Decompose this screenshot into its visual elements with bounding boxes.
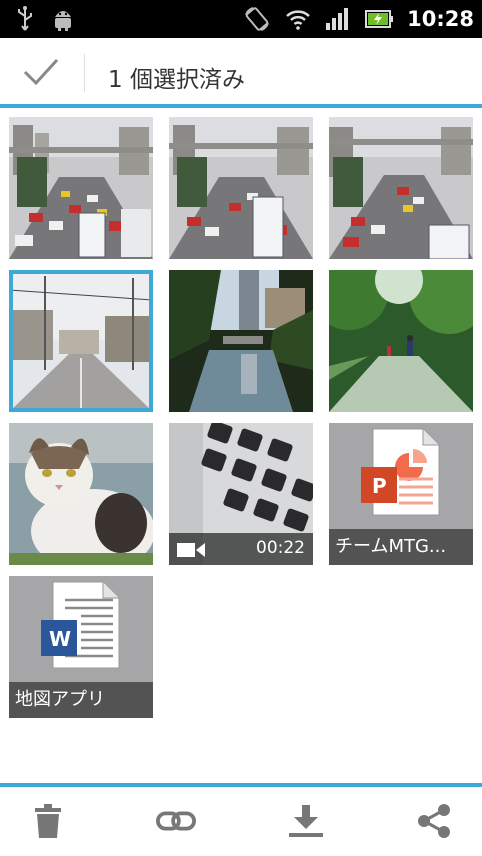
photo-thumbnail-street-selected[interactable] [9,270,153,412]
document-caption: チームMTG... [329,529,473,565]
document-thumbnail-powerpoint[interactable]: P チームMTG... [329,423,473,565]
clock: 10:28 [407,7,474,31]
photo-thumbnail-canal[interactable] [169,270,313,412]
share-icon [418,804,450,838]
photo-thumbnail-cat[interactable] [9,423,153,565]
media-grid: 00:22 P チームMTG... W 地図アプリ [0,108,482,784]
photo-thumbnail-park-path[interactable] [329,270,473,412]
download-button[interactable] [286,801,326,841]
photo-thumbnail-traffic-3[interactable] [329,117,473,259]
status-right-icons: 10:28 [243,4,474,34]
link-icon [156,811,196,831]
share-button[interactable] [414,801,454,841]
wifi-icon [286,10,310,30]
battery-icon [365,10,394,28]
bottom-action-bar [0,787,482,856]
word-letter: W [49,627,72,651]
copy-link-button[interactable] [156,801,196,841]
photo-thumbnail-traffic-2[interactable] [169,117,313,259]
status-bar: 10:28 [0,0,482,38]
video-duration: 00:22 [256,538,305,558]
action-bar-divider [84,54,85,92]
selection-action-bar: 1 個選択済み [0,38,482,106]
selection-count-title: 1 個選択済み [108,67,245,93]
powerpoint-letter: P [372,474,387,498]
usb-icon [18,6,32,31]
android-debug-icon [55,11,71,31]
photo-thumbnail-traffic-1[interactable] [9,117,153,259]
delete-button[interactable] [28,801,68,841]
video-camera-icon [177,543,205,557]
document-caption: 地図アプリ [9,682,153,718]
delete-icon [35,804,61,838]
download-icon [289,805,323,837]
document-thumbnail-word[interactable]: W 地図アプリ [9,576,153,718]
signal-icon [326,8,349,30]
video-thumbnail-keyboard[interactable]: 00:22 [169,423,313,565]
check-icon[interactable] [22,56,60,88]
status-left-icons [16,6,74,32]
rotate-icon [245,7,270,31]
video-info-bar: 00:22 [169,533,313,565]
